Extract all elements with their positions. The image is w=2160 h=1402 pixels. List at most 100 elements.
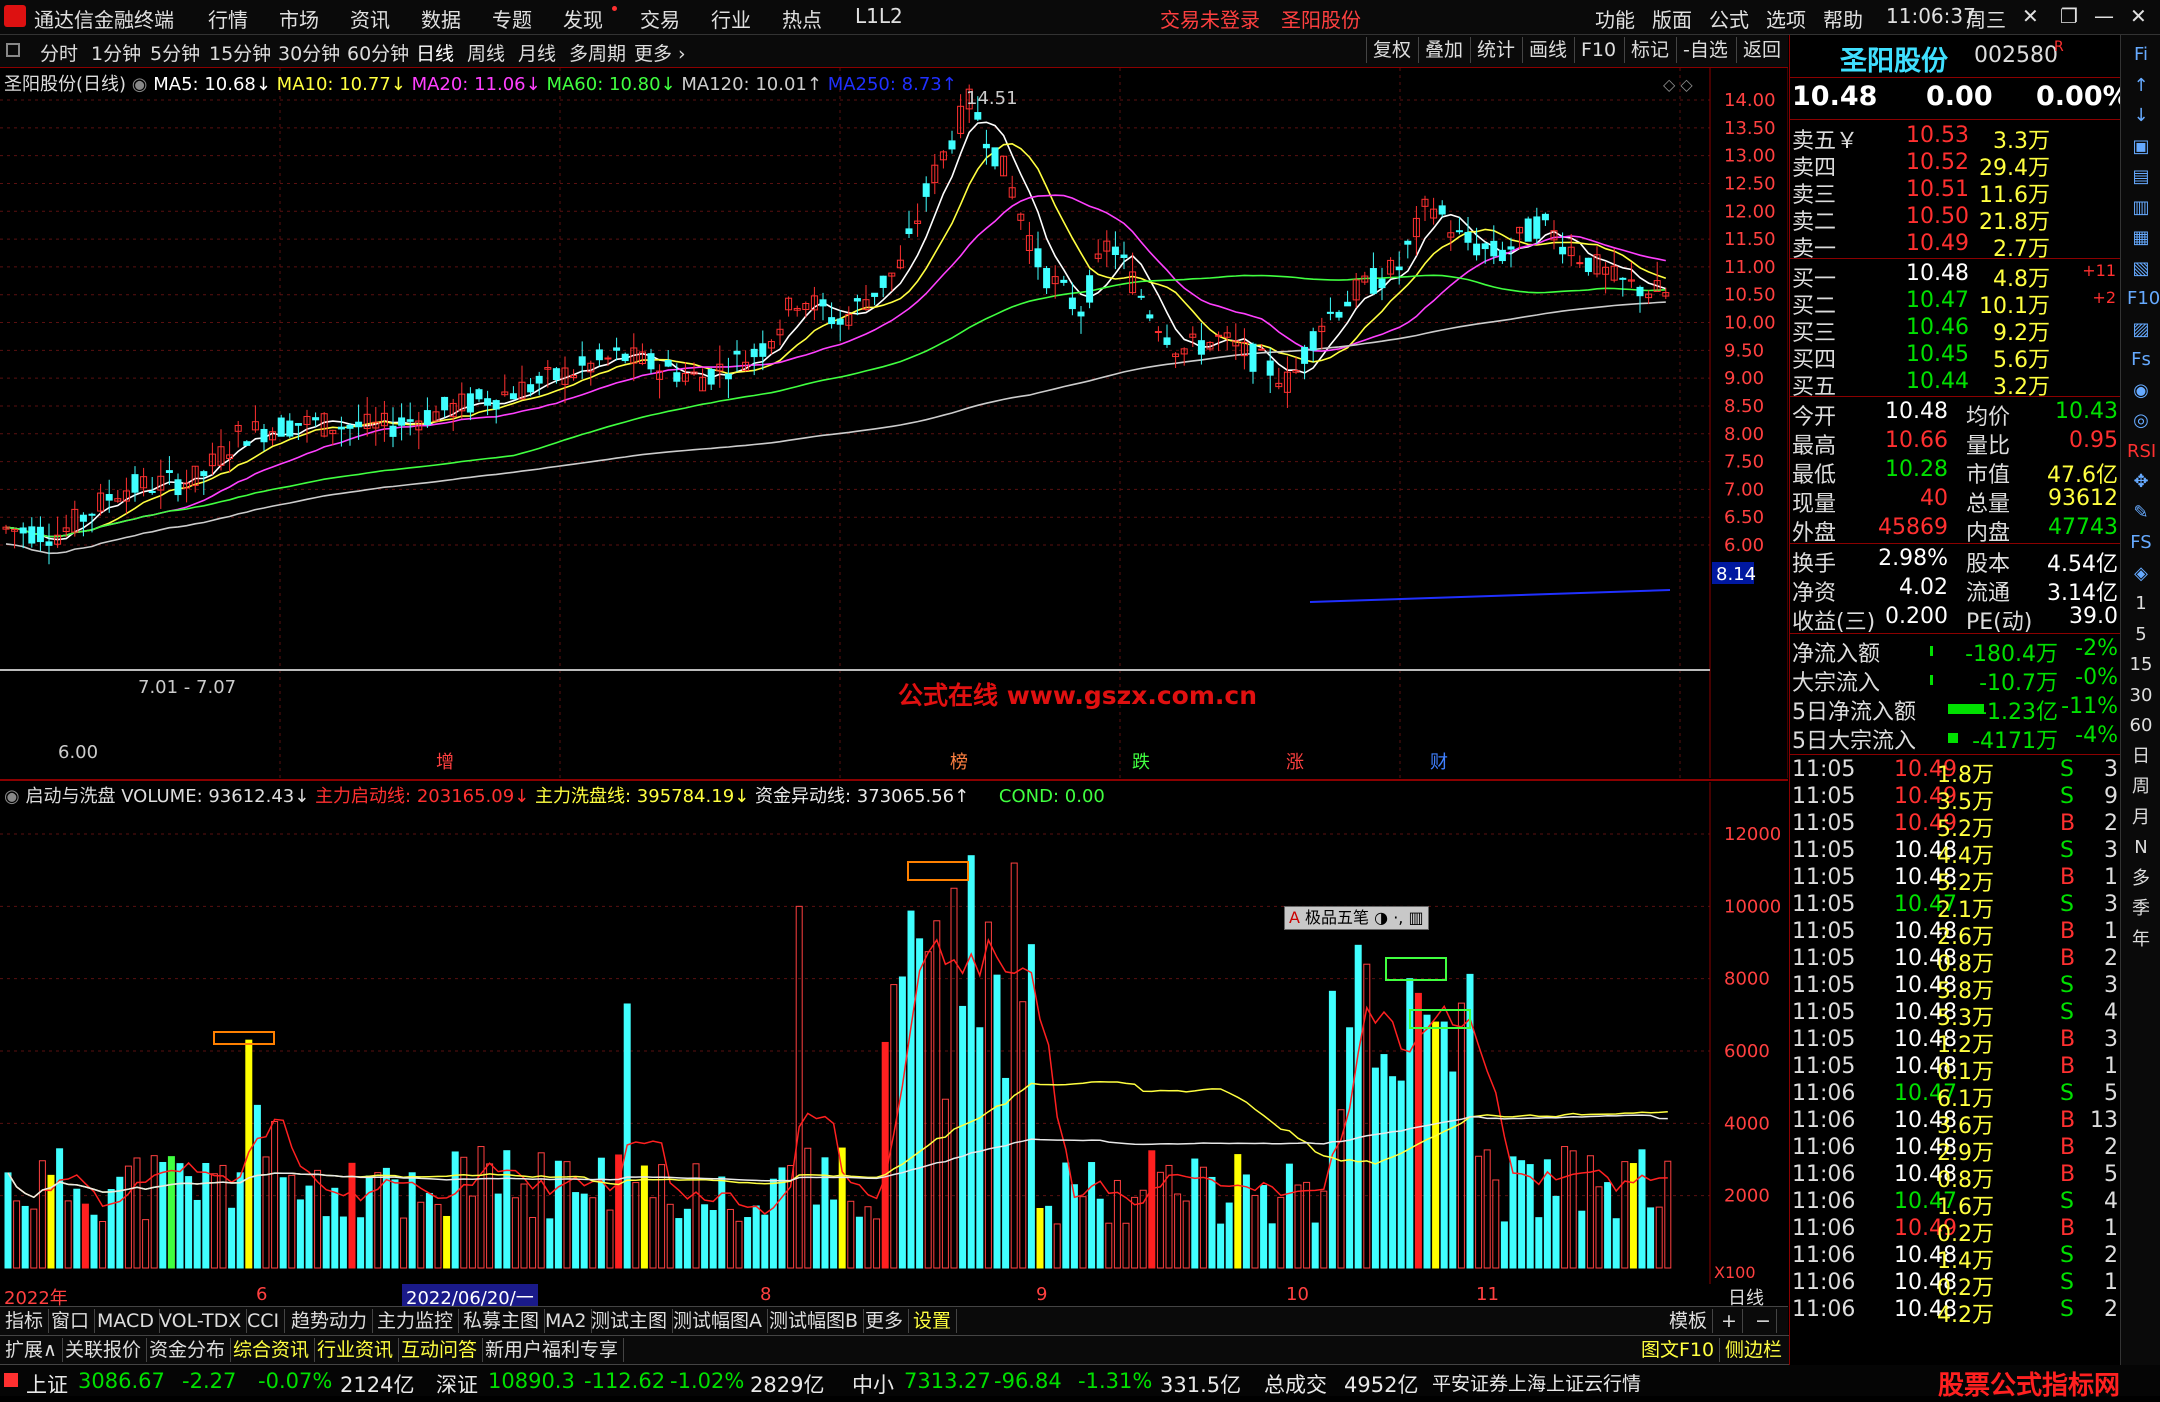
candle-body[interactable] [1137,295,1145,298]
volume-bar[interactable] [503,1150,511,1269]
volume-bar[interactable] [494,1193,502,1269]
volume-bar[interactable] [193,1199,201,1269]
tick-row[interactable]: 11:06 10.47 6.1万 S 5 [1790,1081,2120,1112]
volume-bar[interactable] [838,1147,846,1269]
volume-bar[interactable] [529,1216,537,1269]
volume-bar[interactable] [847,1200,855,1269]
volume-bar[interactable] [1242,1174,1250,1269]
volume-bar[interactable] [1019,1001,1027,1269]
candle-body[interactable] [1258,348,1266,351]
volume-bar[interactable] [228,1207,236,1269]
event-mark-fall[interactable]: 跌 [1132,752,1150,773]
candle-body[interactable] [355,421,363,428]
close-small-icon[interactable]: ✕ [2022,4,2039,28]
tick-row[interactable]: 11:05 10.49 5.2万 B 2 [1790,811,2120,842]
bid-row[interactable]: 买四 10.45 5.6万 [1790,342,2120,373]
period-tick[interactable]: 分时 [40,39,78,66]
candle-body[interactable] [750,348,758,358]
volume-bar[interactable] [1440,1021,1448,1269]
tick-row[interactable]: 11:06 10.49 0.2万 B 1 [1790,1216,2120,1247]
chart-options-icon[interactable]: ◇ ◇ [1663,75,1693,94]
volume-bar[interactable] [1182,1200,1190,1269]
volume-bar[interactable] [1027,944,1035,1269]
candle-body[interactable] [535,375,543,384]
candle-body[interactable] [1395,266,1403,271]
volume-bar[interactable] [451,1151,459,1269]
candle-body[interactable] [1369,268,1377,294]
volume-bar[interactable] [855,1216,863,1269]
stat-row[interactable]: 收益(三) 0.200 PE(动) 39.0 [1790,604,2120,635]
indicator-name[interactable]: 启动与洗盘 [25,786,115,807]
template-button[interactable]: 模板 [1664,1309,1714,1333]
candle-body[interactable] [1266,360,1274,376]
candle-body[interactable] [1533,216,1541,239]
rsi-icon[interactable]: RSI [2127,438,2156,466]
trade-login-status[interactable]: 交易未登录 [1160,4,1260,33]
volume-bar[interactable] [64,1200,72,1269]
event-mark-rise[interactable]: 涨 [1286,752,1304,773]
candle-body[interactable] [200,471,208,477]
volume-bar[interactable] [1285,1163,1293,1269]
volume-bar[interactable] [1010,862,1018,1269]
candle-body[interactable] [879,275,887,288]
tab-ma2[interactable]: MA2 [540,1309,593,1333]
candle-body[interactable] [1043,268,1051,289]
candle-body[interactable] [1326,311,1334,314]
volume-bar[interactable] [296,1199,304,1269]
candle-body[interactable] [165,470,173,473]
candle-body[interactable] [1455,230,1463,233]
event-mark-finance[interactable]: 财 [1430,752,1448,773]
ime-name[interactable]: 极品五笔 [1305,908,1369,927]
volume-indicator-canvas[interactable]: 12000 10000 8000 6000 4000 2000 X100 [0,782,1788,1286]
menu-hot[interactable]: 热点 [782,4,822,33]
volume-bar[interactable] [769,1178,777,1269]
candle-body[interactable] [105,494,113,501]
list-icon[interactable]: ▤ [2127,163,2155,191]
candle-body[interactable] [148,490,156,493]
volume-bar[interactable] [546,1218,554,1269]
period-n-icon[interactable]: N [2127,834,2155,862]
volume-bar[interactable] [804,1147,812,1269]
volume-bar[interactable] [821,1157,829,1269]
fi-icon[interactable]: Fi [2127,41,2155,69]
candle-body[interactable] [1636,286,1644,297]
volume-bar[interactable] [709,1210,717,1269]
candle-body[interactable] [1438,205,1446,215]
tab-general-news[interactable]: 综合资讯 [228,1338,316,1362]
volume-bar[interactable] [305,1185,313,1269]
volume-bar[interactable] [107,1189,115,1269]
chart-icon[interactable]: ▦ [2127,224,2155,252]
volume-bar[interactable] [1191,1158,1199,1269]
candle-body[interactable] [131,474,139,493]
candle-body[interactable] [1481,243,1489,250]
period-5min[interactable]: 5分钟 [150,39,200,66]
volume-bar[interactable] [434,1203,442,1269]
candle-body[interactable] [243,441,251,446]
volume-bar[interactable] [1225,1202,1233,1269]
candle-body[interactable] [982,143,990,149]
candle-body[interactable] [1490,240,1498,257]
tick-row[interactable]: 11:05 10.48 5.2万 B 1 [1790,865,2120,896]
candle-body[interactable] [647,353,655,370]
volume-bar[interactable] [56,1148,64,1269]
tick-row[interactable]: 11:06 10.48 2.9万 B 2 [1790,1135,2120,1166]
period-60min[interactable]: 60分钟 [347,39,409,66]
candle-body[interactable] [406,419,414,422]
add-pane-button[interactable]: + [1716,1309,1743,1333]
menu-quotes[interactable]: 行情 [208,4,248,33]
candle-body[interactable] [1068,297,1076,310]
menu-function[interactable]: 功能 [1595,4,1635,33]
candle-body[interactable] [1120,254,1128,258]
volume-bar[interactable] [4,1172,12,1269]
candle-body[interactable] [578,356,586,366]
candle-body[interactable] [28,526,36,544]
volume-bar[interactable] [219,1164,227,1269]
volume-bar[interactable] [1122,1222,1130,1269]
candle-body[interactable] [1619,277,1627,280]
period-30min[interactable]: 30分钟 [278,39,340,66]
overlay-button[interactable]: 叠加 [1418,37,1469,63]
candle-body[interactable] [346,424,354,429]
volume-bar[interactable] [1105,1222,1113,1269]
period-daily[interactable]: 日线 [416,39,454,66]
candle-body[interactable] [1249,343,1257,372]
